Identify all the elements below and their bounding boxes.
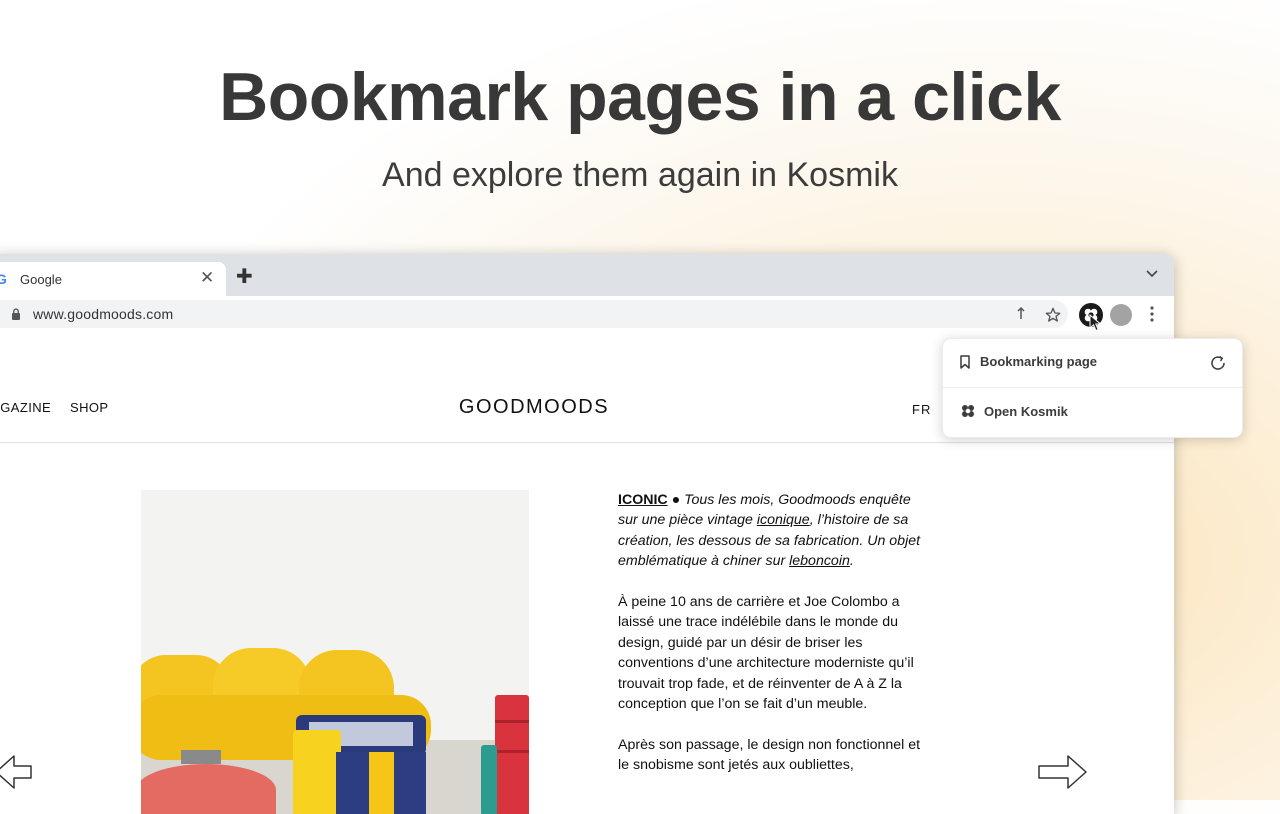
next-arrow-icon[interactable] xyxy=(1036,752,1088,792)
lock-icon xyxy=(12,308,20,320)
article-paragraph: À peine 10 ans de carrière et Joe Colomb… xyxy=(618,594,914,713)
new-tab-icon[interactable]: ✚ xyxy=(236,267,253,287)
sync-spinner-icon xyxy=(1211,355,1225,370)
close-tab-icon[interactable]: ✕ xyxy=(200,268,214,288)
kebab-menu-icon[interactable] xyxy=(1150,306,1154,322)
browser-tab[interactable]: G Google ✕ xyxy=(0,262,226,296)
intro-text-3: . xyxy=(849,553,854,570)
iconique-link[interactable]: iconique xyxy=(757,512,810,528)
sofa-photo-illustration xyxy=(141,490,529,814)
tab-strip: G Google ✕ ✚ xyxy=(0,254,1174,296)
hero-title: Bookmark pages in a click xyxy=(219,59,1061,135)
kosmik-logo-icon xyxy=(962,405,974,417)
open-kosmik-label: Open Kosmik xyxy=(984,404,1068,419)
bookmarking-status-row: Bookmarking page xyxy=(943,339,1242,388)
cursor-icon xyxy=(1089,314,1102,332)
profile-avatar[interactable] xyxy=(1110,304,1132,326)
share-icon[interactable] xyxy=(1016,306,1026,320)
bookmark-icon xyxy=(960,355,970,369)
address-bar[interactable]: www.goodmoods.com xyxy=(0,300,1068,328)
bookmarking-status-label: Bookmarking page xyxy=(980,354,1098,369)
article-photo xyxy=(141,490,529,814)
tabs-menu-icon[interactable] xyxy=(1146,270,1158,278)
tab-title: Google xyxy=(20,272,62,287)
hero-subtitle: And explore them again in Kosmik xyxy=(382,156,898,194)
google-favicon-icon: G xyxy=(0,271,7,287)
iconic-link[interactable]: ICONIC xyxy=(618,492,668,508)
url-text: www.goodmoods.com xyxy=(33,306,174,322)
bullet: ● xyxy=(667,492,685,508)
prev-arrow-icon[interactable] xyxy=(0,752,34,792)
kosmik-popup: Bookmarking page Open Kosmik xyxy=(942,338,1243,438)
article-text: ICONIC ● Tous les mois, Goodmoods enquêt… xyxy=(618,490,932,796)
open-kosmik-button[interactable]: Open Kosmik xyxy=(943,388,1242,436)
language-switch[interactable]: FR xyxy=(912,402,931,417)
article-paragraph: ICONIC ● Tous les mois, Goodmoods enquêt… xyxy=(618,490,932,572)
article-paragraph: Après son passage, le design non fonctio… xyxy=(618,736,921,774)
leboncoin-link[interactable]: leboncoin xyxy=(789,553,850,569)
star-icon[interactable] xyxy=(1045,307,1061,323)
browser-toolbar: www.goodmoods.com xyxy=(0,296,1174,334)
